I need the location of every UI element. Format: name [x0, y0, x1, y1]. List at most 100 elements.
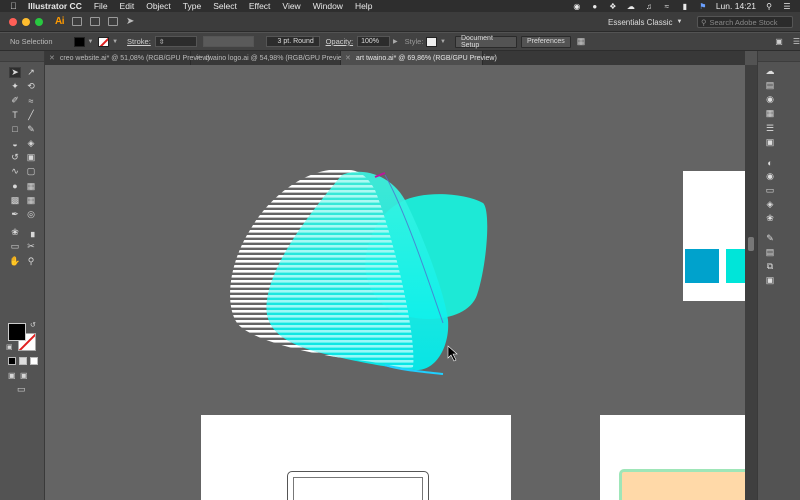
spotlight-icon[interactable]: ⚲ — [764, 2, 774, 11]
slice-tool-icon[interactable]: ✂ — [25, 241, 37, 252]
width-tool-icon[interactable]: ∿ — [9, 166, 21, 177]
opacity-label[interactable]: Opacity: — [326, 37, 354, 46]
dropbox-icon[interactable]: ❖ — [608, 2, 618, 11]
teal-rectangle[interactable] — [726, 249, 745, 283]
graphic-styles-icon[interactable]: ▭ — [764, 185, 776, 196]
brushes-icon[interactable]: ✎ — [764, 233, 776, 244]
column-graph-tool-icon[interactable]: ▗ — [25, 227, 37, 238]
creative-cloud-icon[interactable]: ◉ — [572, 2, 582, 11]
menu-effect[interactable]: Effect — [249, 1, 271, 11]
symbols-icon[interactable]: ❀ — [764, 213, 776, 224]
properties-icon[interactable]: ▤ — [764, 80, 776, 91]
zoom-tool-icon[interactable]: ⚲ — [25, 256, 37, 267]
gpu-performance-icon[interactable]: ➤ — [126, 16, 134, 27]
menu-file[interactable]: File — [94, 1, 108, 11]
eyedropper-tool-icon[interactable]: ✒ — [9, 209, 21, 220]
artboard-bottom-center[interactable] — [201, 415, 511, 500]
graphic-style-swatch[interactable] — [426, 36, 438, 47]
tab-creo-website[interactable]: ✕ creo website.ai* @ 51,08% (RGB/GPU Pre… — [45, 51, 210, 65]
paintbrush-tool-icon[interactable]: ✎ — [25, 124, 37, 135]
close-icon[interactable]: ✕ — [49, 54, 55, 62]
menu-help[interactable]: Help — [355, 1, 372, 11]
free-transform-tool-icon[interactable]: ▢ — [25, 166, 37, 177]
layers-icon[interactable]: ◈ — [764, 199, 776, 210]
menu-edit[interactable]: Edit — [120, 1, 135, 11]
arrange-icon[interactable]: ▦ — [577, 36, 586, 47]
export-icon[interactable]: ⧉ — [764, 261, 776, 272]
variable-width-profile[interactable] — [203, 36, 254, 47]
bridge-icon[interactable] — [72, 17, 82, 26]
shape-builder-tool-icon[interactable]: ● — [9, 181, 21, 192]
chevron-down-icon[interactable]: ▼ — [112, 39, 118, 45]
gradient-mode-icon[interactable] — [19, 357, 27, 365]
direct-selection-tool-icon[interactable]: ↗ — [25, 67, 37, 78]
control-menu-icon[interactable]: ☰ — [793, 37, 800, 46]
panel-grip[interactable] — [0, 51, 44, 62]
maximize-window-button[interactable] — [35, 17, 43, 26]
default-colors-icon[interactable]: ▣ — [6, 343, 13, 351]
symbol-sprayer-tool-icon[interactable]: ❀ — [9, 227, 21, 238]
swatches-icon[interactable]: ▦ — [764, 108, 776, 119]
chevron-down-icon[interactable]: ▼ — [88, 39, 94, 45]
align-panel-icon[interactable]: ▣ — [775, 37, 783, 46]
shaper-tool-icon[interactable]: ◒ — [9, 138, 21, 149]
artboard-right-top[interactable] — [683, 171, 745, 301]
chevron-right-icon[interactable]: ▶ — [393, 38, 398, 45]
wifi-icon[interactable]: ≈ — [662, 2, 672, 11]
fill-color-swatch[interactable] — [8, 323, 26, 341]
color-icon[interactable]: ◉ — [764, 94, 776, 105]
selection-tool-icon[interactable]: ➤ — [9, 67, 21, 78]
mesh-tool-icon[interactable]: ▩ — [9, 195, 21, 206]
line-tool-icon[interactable]: ╱ — [25, 110, 37, 121]
lasso-tool-icon[interactable]: ⟲ — [25, 81, 37, 92]
clock[interactable]: Lun. 14:21 — [716, 1, 756, 11]
stroke-icon[interactable]: ☰ — [764, 123, 776, 134]
fill-swatch[interactable] — [73, 36, 85, 47]
pen-tool-icon[interactable]: ✐ — [9, 95, 21, 106]
hand-tool-icon[interactable]: ✋ — [9, 256, 21, 267]
rectangle-tool-icon[interactable]: □ — [9, 124, 21, 135]
minimize-window-button[interactable] — [22, 17, 30, 26]
green-frame[interactable] — [619, 469, 745, 500]
stroke-weight-input[interactable]: ⇳ — [154, 36, 198, 47]
magic-wand-tool-icon[interactable]: ✦ — [9, 81, 21, 92]
stroke-swatch[interactable] — [98, 36, 110, 47]
app-menu[interactable]: Illustrator CC — [28, 1, 82, 11]
stock-icon[interactable] — [90, 17, 100, 26]
arrange-documents-icon[interactable] — [108, 17, 118, 26]
scale-tool-icon[interactable]: ▣ — [25, 152, 37, 163]
artboard-bottom-right[interactable] — [600, 415, 745, 500]
panel-grip[interactable] — [758, 51, 800, 62]
language-flag-icon[interactable]: ⚑ — [698, 2, 708, 11]
apple-icon[interactable]:  — [10, 1, 24, 11]
color-mode-icon[interactable] — [8, 357, 16, 365]
none-mode-icon[interactable] — [30, 357, 38, 365]
libraries-icon[interactable]: ☁ — [764, 66, 776, 77]
menu-object[interactable]: Object — [146, 1, 171, 11]
perspective-grid-tool-icon[interactable]: ▦ — [25, 181, 37, 192]
document-canvas[interactable] — [45, 65, 745, 500]
rotate-tool-icon[interactable]: ↺ — [9, 152, 21, 163]
draw-mode-icon[interactable]: ▣ — [8, 371, 16, 380]
menu-type[interactable]: Type — [183, 1, 201, 11]
document-setup-button[interactable]: Document Setup — [454, 35, 517, 49]
eraser-tool-icon[interactable]: ◈ — [25, 138, 37, 149]
gradient-icon[interactable]: ▣ — [764, 137, 776, 148]
type-tool-icon[interactable]: T — [9, 110, 21, 121]
battery-icon[interactable]: ▮ — [680, 2, 690, 11]
draw-behind-icon[interactable]: ▣ — [20, 371, 28, 380]
swap-fill-stroke-icon[interactable]: ↺ — [30, 321, 36, 329]
stroke-label[interactable]: Stroke: — [127, 37, 151, 46]
close-icon[interactable]: ✕ — [195, 54, 201, 62]
screen-mode-icon[interactable]: ▭ — [17, 384, 26, 395]
chevron-down-icon[interactable]: ▼ — [440, 39, 446, 45]
scrollbar-thumb[interactable] — [748, 237, 754, 251]
gradient-tool-icon[interactable]: ▦ — [25, 195, 37, 206]
align-icon[interactable]: ▤ — [764, 247, 776, 258]
curvature-tool-icon[interactable]: ≈ — [25, 95, 37, 106]
headphones-icon[interactable]: ♫ — [644, 2, 654, 11]
artboards-icon[interactable]: ▣ — [764, 275, 776, 286]
status-icon[interactable]: ● — [590, 2, 600, 11]
close-icon[interactable]: ✕ — [345, 54, 351, 62]
artboard-tool-icon[interactable]: ▭ — [9, 241, 21, 252]
